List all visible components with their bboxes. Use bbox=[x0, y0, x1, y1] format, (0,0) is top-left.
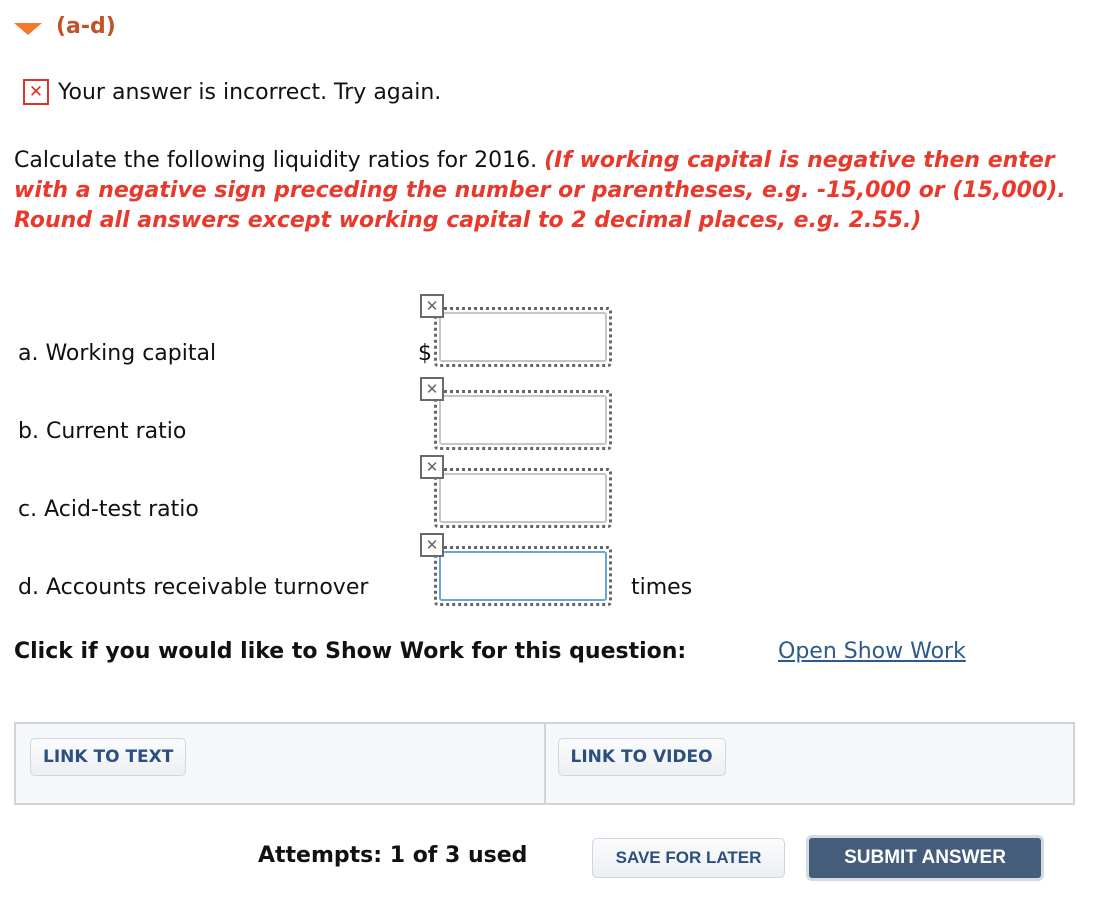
question-row-ar-turnover: d. Accounts receivable turnover ✕ times bbox=[0, 533, 1094, 613]
working-capital-input[interactable] bbox=[439, 312, 607, 362]
save-for-later-button[interactable]: SAVE FOR LATER bbox=[592, 838, 785, 878]
answer-field-wrapper bbox=[434, 307, 612, 367]
question-label: b. Current ratio bbox=[18, 419, 187, 444]
question-label: a. Working capital bbox=[18, 341, 217, 366]
x-mark-icon: ✕ bbox=[420, 455, 444, 479]
question-row-current-ratio: b. Current ratio ✕ bbox=[0, 377, 1094, 457]
submit-answer-button[interactable]: SUBMIT ANSWER bbox=[806, 835, 1044, 881]
resource-links-panel: LINK TO TEXT LINK TO VIDEO bbox=[14, 722, 1075, 805]
question-label: d. Accounts receivable turnover bbox=[18, 575, 369, 600]
ar-turnover-input[interactable] bbox=[439, 551, 607, 601]
instructions-text: Calculate the following liquidity ratios… bbox=[14, 148, 545, 173]
answer-field-wrapper bbox=[434, 390, 612, 450]
current-ratio-input[interactable] bbox=[439, 395, 607, 445]
link-to-text-button[interactable]: LINK TO TEXT bbox=[30, 738, 187, 776]
answer-field-wrapper bbox=[434, 546, 612, 606]
section-header[interactable]: (a-d) bbox=[14, 14, 116, 39]
acid-test-ratio-input[interactable] bbox=[439, 473, 607, 523]
x-mark-icon: ✕ bbox=[23, 79, 49, 105]
feedback-text: Your answer is incorrect. Try again. bbox=[58, 79, 442, 105]
question-row-acid-test-ratio: c. Acid-test ratio ✕ bbox=[0, 455, 1094, 535]
triangle-down-icon[interactable] bbox=[14, 22, 42, 35]
question-label: c. Acid-test ratio bbox=[18, 497, 199, 522]
question-instructions: Calculate the following liquidity ratios… bbox=[14, 146, 1079, 236]
x-mark-icon: ✕ bbox=[420, 377, 444, 401]
x-mark-icon: ✕ bbox=[420, 533, 444, 557]
question-row-working-capital: a. Working capital $ ✕ bbox=[0, 294, 1094, 374]
section-title: (a-d) bbox=[56, 14, 116, 39]
attempts-counter: Attempts: 1 of 3 used bbox=[258, 843, 528, 868]
resource-cell-text: LINK TO TEXT bbox=[16, 724, 544, 803]
x-mark-icon: ✕ bbox=[420, 294, 444, 318]
feedback-message: ✕ Your answer is incorrect. Try again. bbox=[23, 79, 441, 105]
link-to-video-button[interactable]: LINK TO VIDEO bbox=[557, 738, 726, 776]
answer-field-wrapper bbox=[434, 468, 612, 528]
unit-suffix: times bbox=[631, 575, 693, 600]
open-show-work-link[interactable]: Open Show Work bbox=[778, 639, 966, 664]
currency-prefix: $ bbox=[418, 341, 432, 366]
resource-cell-video: LINK TO VIDEO bbox=[543, 724, 1074, 803]
show-work-prompt: Click if you would like to Show Work for… bbox=[14, 639, 687, 664]
